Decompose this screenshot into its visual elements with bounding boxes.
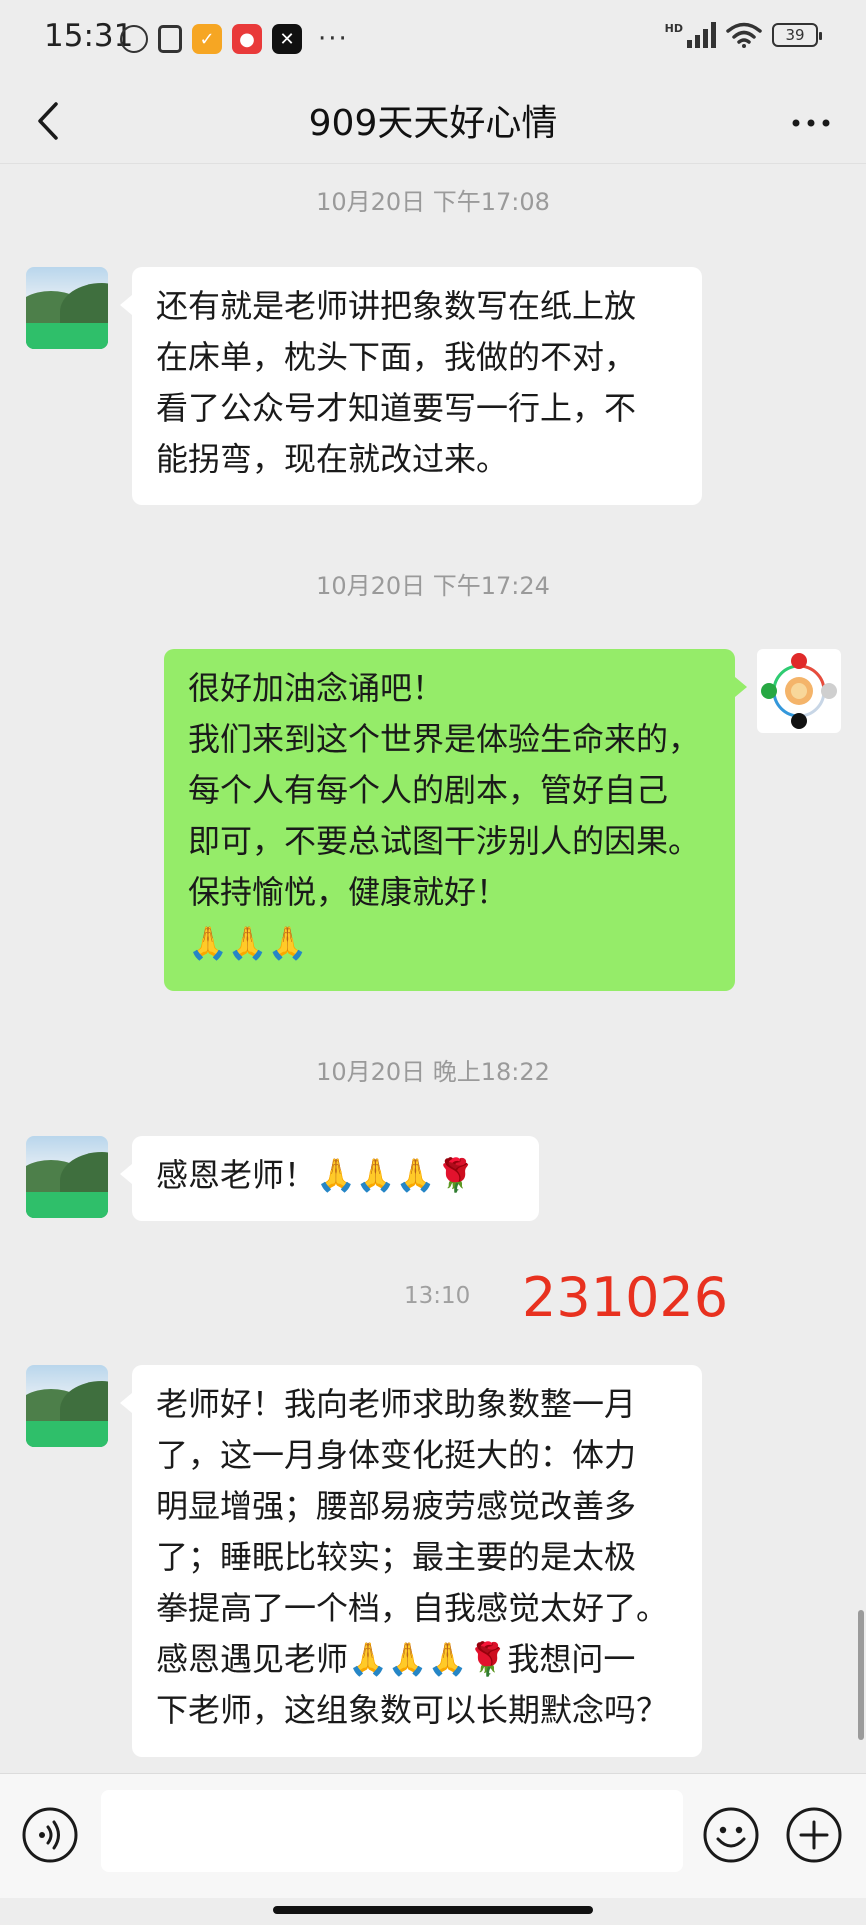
home-indicator[interactable] (273, 1906, 593, 1914)
app-orange-icon: ✓ (192, 24, 222, 54)
message-bubble[interactable]: 还有就是老师讲把象数写在纸上放 在床单，枕头下面，我做的不对， 看了公众号才知道… (120, 267, 702, 505)
hd-label: HD (664, 21, 683, 35)
chat-title: 909天天好心情 (308, 103, 558, 144)
message-timestamp: 13:10 (404, 1283, 471, 1309)
wifi-icon (726, 22, 762, 48)
nfc-icon (158, 25, 182, 53)
message-bubble-self[interactable]: 很好加油念诵吧！ 我们来到这个世界是体验生命来的， 每个人有每个人的剧本，管好自… (164, 649, 747, 991)
battery-icon: 39 (772, 23, 822, 47)
header-divider (0, 163, 866, 164)
alarm-icon (120, 25, 148, 53)
contact-avatar[interactable] (26, 1365, 108, 1447)
voice-icon[interactable] (22, 1807, 78, 1863)
bagua-logo-icon (761, 653, 837, 729)
message-bubble[interactable]: 感恩老师！🙏🙏🙏🌹 (120, 1136, 539, 1221)
app-red-icon: ● (232, 24, 262, 54)
notification-icons: ✓ ● ✕ ··· (120, 20, 349, 58)
contact-avatar[interactable] (26, 1136, 108, 1218)
message-bubble[interactable]: 老师好！我向老师求助象数整一月 了，这一月身体变化挺大的：体力 明显增强；腰部易… (120, 1365, 702, 1757)
message-timestamp: 10月20日 下午17:24 (316, 572, 550, 600)
status-bar: 15:31 ✓ ● ✕ ··· HD 39 (0, 0, 866, 80)
system-icons: HD 39 (664, 21, 822, 48)
more-dots-icon[interactable] (786, 98, 836, 148)
scrollbar[interactable] (858, 1610, 864, 1740)
emoji-icon[interactable] (703, 1807, 759, 1863)
chat-header: 909天天好心情 (0, 80, 866, 164)
message-timestamp: 10月20日 下午17:08 (316, 188, 550, 216)
signal-icon (687, 22, 716, 48)
contact-avatar[interactable] (26, 267, 108, 349)
self-avatar[interactable] (757, 649, 841, 733)
plus-icon[interactable] (786, 1807, 842, 1863)
message-timestamp: 10月20日 晚上18:22 (316, 1058, 550, 1086)
date-stamp: 231026 (522, 1266, 729, 1329)
more-notifications-icon: ··· (318, 24, 349, 54)
app-capcut-icon: ✕ (272, 24, 302, 54)
input-bar (0, 1773, 866, 1898)
message-input[interactable] (101, 1790, 683, 1872)
